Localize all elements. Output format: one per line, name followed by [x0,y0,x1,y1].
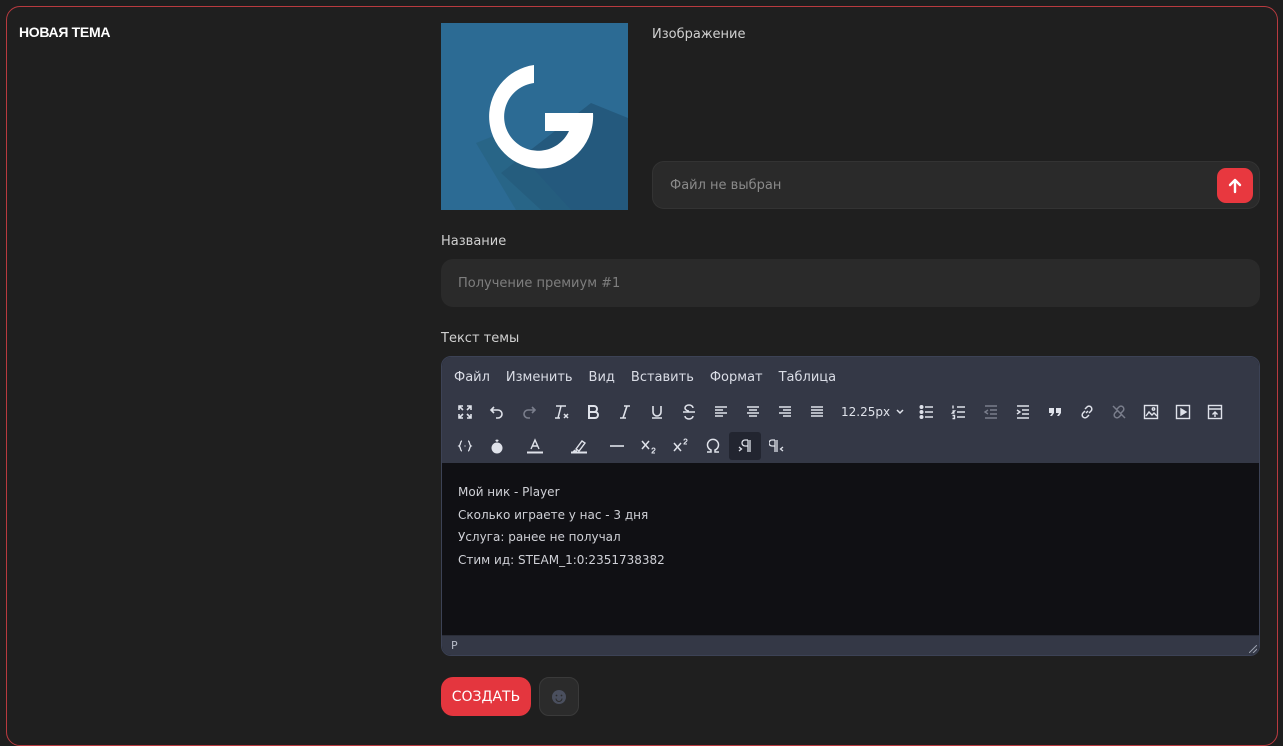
underline-icon[interactable] [641,398,673,426]
menu-view[interactable]: Вид [589,370,615,385]
menu-table[interactable]: Таблица [779,370,837,385]
special-char-icon[interactable] [697,432,729,460]
align-right-icon[interactable] [769,398,801,426]
resize-handle-icon[interactable] [1249,645,1257,653]
body-label: Текст темы [441,331,520,346]
strikethrough-icon[interactable] [673,398,705,426]
text-color-icon[interactable] [513,432,557,460]
font-size-select[interactable]: 12.25px [833,398,911,426]
element-path[interactable]: P [451,639,458,652]
link-icon[interactable] [1071,398,1103,426]
chevron-down-icon [895,407,905,417]
smiley-icon [551,689,567,705]
superscript-icon[interactable] [665,432,697,460]
image-label: Изображение [652,27,746,42]
ltr-icon[interactable] [729,432,761,460]
redo-icon[interactable] [513,398,545,426]
content-line: Стим ид: STEAM_1:0:2351738382 [458,552,665,567]
menu-format[interactable]: Формат [710,370,763,385]
blockquote-icon[interactable] [1039,398,1071,426]
editor-content[interactable]: Мой ник - Player Сколько играете у нас -… [458,481,665,571]
subscript-icon[interactable] [633,432,665,460]
section-title: НОВАЯ ТЕМА [19,24,111,40]
emoji-button[interactable] [539,677,579,716]
align-left-icon[interactable] [705,398,737,426]
bullet-list-icon[interactable] [911,398,943,426]
upload-image-icon[interactable] [1199,398,1231,426]
editor-statusbar: P [442,635,1259,655]
editor-menubar: Файл Изменить Вид Вставить Формат Таблиц… [454,370,852,385]
code-icon[interactable] [449,432,481,460]
name-input[interactable]: Получение премиум #1 [441,259,1260,307]
content-line: Услуга: ранее не получал [458,530,621,544]
fullscreen-icon[interactable] [449,398,481,426]
content-line: Мой ник - Player [458,485,560,499]
indent-icon[interactable] [1007,398,1039,426]
image-preview [441,23,628,210]
file-status: Файл не выбран [670,178,782,193]
bold-icon[interactable] [577,398,609,426]
highlight-color-icon[interactable] [557,432,601,460]
name-placeholder: Получение премиум #1 [458,276,621,291]
menu-file[interactable]: Файл [454,370,490,385]
media-icon[interactable] [1167,398,1199,426]
toolbar-row-2 [449,432,793,460]
undo-icon[interactable] [481,398,513,426]
arrow-up-icon [1228,178,1242,194]
unlink-icon[interactable] [1103,398,1135,426]
horizontal-line-icon[interactable] [601,432,633,460]
menu-insert[interactable]: Вставить [631,370,694,385]
outdent-icon[interactable] [975,398,1007,426]
image-icon[interactable] [1135,398,1167,426]
align-center-icon[interactable] [737,398,769,426]
editor-toolbar: Файл Изменить Вид Вставить Формат Таблиц… [442,357,1259,463]
toolbar-row-1: 12.25px [449,398,1231,426]
upload-button[interactable] [1217,168,1253,203]
rich-text-editor[interactable]: Файл Изменить Вид Вставить Формат Таблиц… [441,356,1260,656]
align-justify-icon[interactable] [801,398,833,426]
create-button[interactable]: СОЗДАТЬ [441,677,531,716]
menu-edit[interactable]: Изменить [506,370,573,385]
numbered-list-icon[interactable] [943,398,975,426]
italic-icon[interactable] [609,398,641,426]
clear-format-icon[interactable] [545,398,577,426]
rtl-icon[interactable] [761,432,793,460]
name-label: Название [441,234,507,249]
font-size-value: 12.25px [841,405,891,419]
file-input[interactable]: Файл не выбран [652,161,1260,209]
emoji-icon[interactable] [481,432,513,460]
content-line: Сколько играете у нас - 3 дня [458,507,649,522]
